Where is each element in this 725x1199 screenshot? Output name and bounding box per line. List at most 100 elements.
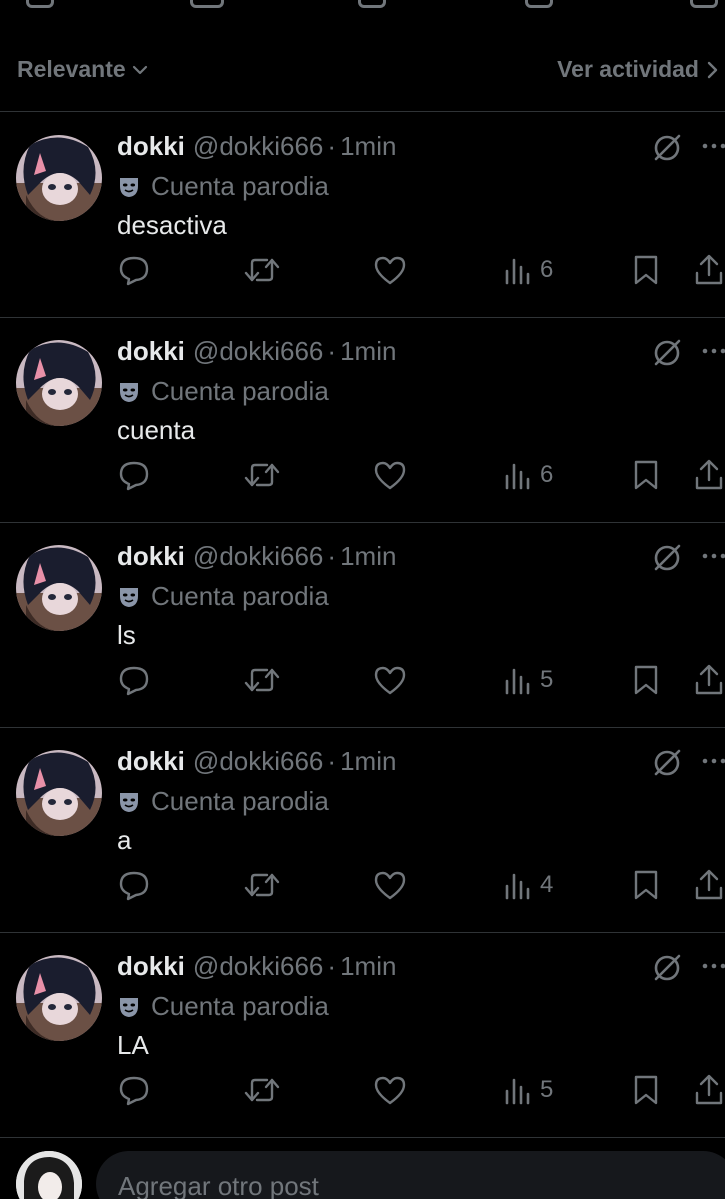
reply-button[interactable] (117, 253, 151, 287)
sort-dropdown[interactable]: Relevante (17, 56, 150, 83)
like-icon (358, 0, 386, 8)
grok-icon[interactable] (650, 951, 684, 985)
like-icon (374, 461, 406, 490)
bookmark-icon (634, 1075, 658, 1105)
views-icon (505, 873, 530, 900)
repost-button[interactable] (243, 868, 281, 902)
post-item[interactable]: dokki @dokki666 · 1min Cuenta parodia a (0, 728, 725, 933)
views-button[interactable]: 5 (504, 1073, 553, 1107)
more-icon[interactable] (700, 746, 725, 776)
grok-icon[interactable] (650, 746, 684, 780)
bookmark-button[interactable] (632, 253, 660, 287)
parody-mask-icon (120, 382, 138, 402)
avatar[interactable] (16, 340, 102, 426)
post-item[interactable]: dokki @dokki666 · 1min Cuenta parodia LA (0, 933, 725, 1138)
like-button[interactable] (372, 458, 408, 492)
share-icon (695, 664, 723, 695)
views-button[interactable]: 6 (504, 253, 553, 287)
display-name[interactable]: dokki (117, 746, 185, 777)
post-text: cuenta (117, 415, 196, 445)
share-button[interactable] (694, 253, 724, 287)
more-icon[interactable] (700, 336, 725, 366)
username[interactable]: @dokki666 (193, 336, 323, 367)
display-name[interactable]: dokki (117, 131, 185, 162)
repost-icon (244, 873, 280, 897)
share-button[interactable] (694, 663, 724, 697)
post-item[interactable]: dokki @dokki666 · 1min Cuenta parodia de… (0, 113, 725, 318)
bookmark-button[interactable] (632, 868, 660, 902)
repost-button[interactable] (243, 1073, 281, 1107)
timestamp[interactable]: 1min (340, 336, 396, 367)
more-icon[interactable] (700, 541, 725, 571)
username[interactable]: @dokki666 (193, 131, 323, 162)
views-button[interactable]: 4 (504, 868, 553, 902)
repost-icon (190, 0, 224, 8)
like-icon (374, 256, 406, 285)
more-icon[interactable] (700, 131, 725, 161)
share-icon (695, 869, 723, 900)
parody-badge: Cuenta parodia (117, 786, 329, 817)
post-header: dokki @dokki666 · 1min (117, 746, 396, 777)
bookmark-icon (525, 0, 553, 8)
display-name[interactable]: dokki (117, 336, 185, 367)
share-button[interactable] (694, 458, 724, 492)
reply-icon (119, 256, 149, 286)
views-button[interactable]: 6 (504, 458, 553, 492)
avatar[interactable] (16, 135, 102, 221)
separator-dot: · (327, 541, 337, 571)
add-post-input[interactable] (96, 1151, 725, 1199)
grok-icon[interactable] (650, 131, 684, 165)
avatar[interactable] (16, 545, 102, 631)
current-user-avatar[interactable] (16, 1151, 82, 1199)
post-header: dokki @dokki666 · 1min (117, 541, 396, 572)
like-button[interactable] (372, 663, 408, 697)
display-name[interactable]: dokki (117, 951, 185, 982)
avatar[interactable] (16, 750, 102, 836)
parody-mask-icon (120, 792, 138, 812)
reply-button[interactable] (117, 1073, 151, 1107)
views-count: 6 (540, 256, 554, 283)
repost-icon (244, 258, 280, 282)
views-button[interactable]: 5 (504, 663, 553, 697)
timestamp[interactable]: 1min (340, 131, 396, 162)
reply-button[interactable] (117, 458, 151, 492)
repost-button[interactable] (243, 458, 281, 492)
timestamp[interactable]: 1min (340, 951, 396, 982)
bookmark-button[interactable] (632, 458, 660, 492)
reply-button[interactable] (117, 663, 151, 697)
post-header: dokki @dokki666 · 1min (117, 336, 396, 367)
share-icon (695, 459, 723, 490)
bookmark-button[interactable] (632, 663, 660, 697)
username[interactable]: @dokki666 (193, 541, 323, 572)
repost-button[interactable] (243, 253, 281, 287)
like-button[interactable] (372, 253, 408, 287)
grok-icon[interactable] (650, 336, 684, 370)
parody-mask-icon (120, 997, 138, 1017)
views-icon (505, 463, 530, 490)
share-button[interactable] (694, 1073, 724, 1107)
repost-button[interactable] (243, 663, 281, 697)
post-text: LA (117, 1030, 149, 1060)
bookmark-button[interactable] (632, 1073, 660, 1107)
reply-icon (119, 461, 149, 491)
view-activity-link[interactable]: Ver actividad (557, 56, 721, 83)
views-count: 6 (540, 461, 554, 488)
username[interactable]: @dokki666 (193, 951, 323, 982)
replies-filter-bar: Relevante Ver actividad (0, 40, 725, 112)
reply-button[interactable] (117, 868, 151, 902)
timestamp[interactable]: 1min (340, 541, 396, 572)
reply-icon (119, 1076, 149, 1106)
grok-icon[interactable] (650, 541, 684, 575)
username[interactable]: @dokki666 (193, 746, 323, 777)
post-actions: 6 (0, 458, 725, 492)
timestamp[interactable]: 1min (340, 746, 396, 777)
like-button[interactable] (372, 868, 408, 902)
more-icon[interactable] (700, 951, 725, 981)
post-item[interactable]: dokki @dokki666 · 1min Cuenta parodia cu… (0, 318, 725, 523)
like-button[interactable] (372, 1073, 408, 1107)
views-count: 4 (540, 871, 554, 898)
share-button[interactable] (694, 868, 724, 902)
display-name[interactable]: dokki (117, 541, 185, 572)
post-item[interactable]: dokki @dokki666 · 1min Cuenta parodia ls (0, 523, 725, 728)
avatar[interactable] (16, 955, 102, 1041)
